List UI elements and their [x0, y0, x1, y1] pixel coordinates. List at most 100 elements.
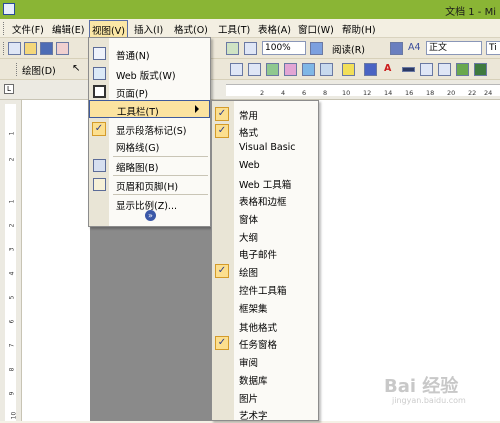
checkmark-icon: ✓ [215, 336, 229, 350]
toolbar-item-drawing[interactable]: ✓ 绘图 [212, 262, 318, 280]
baidu-watermark-url: jingyan.baidu.com [392, 396, 466, 405]
toolbar-item-email[interactable]: 电子邮件 [212, 244, 318, 262]
menu-tools[interactable]: 工具(T) [218, 22, 250, 36]
view-menu-toolbars[interactable]: 工具栏(T) [89, 100, 210, 118]
picture-icon[interactable] [320, 63, 333, 76]
ruler-tick: 2 [260, 89, 265, 97]
toolbar-item-tables-borders[interactable]: 表格和边框 [212, 191, 318, 209]
3d-style-icon[interactable] [474, 63, 487, 76]
drawing-toolbar-grip[interactable] [16, 63, 19, 76]
toolbar-item-web-tools[interactable]: Web 工具箱 [212, 174, 318, 192]
open-folder-icon[interactable] [24, 42, 37, 55]
zoom-select[interactable]: 100% [262, 41, 306, 55]
vruler-tick: 7 [8, 343, 16, 348]
normal-view-icon [93, 47, 106, 60]
view-menu-thumbnails[interactable]: 缩略图(B) [89, 157, 210, 175]
arrow-style-icon[interactable] [438, 63, 451, 76]
word-app-icon[interactable] [3, 3, 15, 15]
toolbar-item-task-pane[interactable]: ✓ 任务窗格 [212, 334, 318, 352]
vertical-ruler[interactable]: 1 2 1 2 3 4 5 6 7 8 9 10 [0, 100, 22, 421]
help-icon[interactable] [310, 42, 323, 55]
menu-item-label: 艺术字 [239, 411, 268, 422]
toolbar-item-reviewing[interactable]: 审阅 [212, 352, 318, 370]
menu-item-label: 网格线(G) [116, 143, 160, 154]
view-menu-web-layout[interactable]: Web 版式(W) [89, 65, 210, 83]
ruler-tick: 22 [468, 89, 477, 97]
wordart-icon[interactable] [266, 63, 279, 76]
font-color-icon[interactable]: A [384, 63, 391, 74]
view-menu-page[interactable]: 页面(P) [89, 83, 210, 101]
menu-table[interactable]: 表格(A) [258, 22, 291, 36]
toolbar-grip[interactable] [3, 42, 6, 55]
select-objects-icon[interactable]: ↖ [72, 63, 85, 76]
checkmark-icon: ✓ [92, 122, 106, 136]
menu-window[interactable]: 窗口(W) [298, 22, 334, 36]
horizontal-ruler[interactable]: L 2 4 6 8 10 12 14 16 18 20 22 24 [0, 80, 500, 100]
toolbars-submenu: ✓ 常用 ✓ 格式 Visual Basic Web Web 工具箱 表格和边框… [211, 100, 319, 423]
menu-item-label: 缩略图(B) [116, 163, 159, 174]
style-select[interactable]: 正文 [426, 41, 482, 55]
tables-borders-icon[interactable] [244, 42, 257, 55]
ruler-tick: 24 [484, 89, 493, 97]
menu-item-label: Web 工具箱 [239, 180, 292, 191]
vruler-tick: 6 [8, 319, 16, 324]
menu-item-label: 电子邮件 [239, 250, 278, 261]
read-mode-button[interactable]: 阅读(R) [332, 42, 365, 56]
dash-style-icon[interactable] [420, 63, 433, 76]
ruler-tick: 4 [281, 89, 286, 97]
toolbar-item-other-formats[interactable]: 其他格式 [212, 317, 318, 335]
toolbar-options-icon[interactable] [390, 42, 403, 55]
new-document-icon[interactable] [8, 42, 21, 55]
view-menu-normal[interactable]: 普通(N) [89, 45, 210, 63]
menu-item-label: 格式 [239, 128, 259, 139]
draw-menu-button[interactable]: 绘图(D) [22, 63, 56, 77]
menubar-grip[interactable] [3, 22, 6, 35]
view-menu-header-footer[interactable]: 页眉和页脚(H) [89, 176, 210, 194]
save-icon[interactable] [40, 42, 53, 55]
ruler-tick: 18 [426, 89, 435, 97]
toolbar-item-wordart[interactable]: 艺术字 [212, 405, 318, 423]
view-menu-gridlines[interactable]: 网格线(G) [89, 137, 210, 155]
font-select[interactable]: Ti [486, 41, 500, 55]
view-menu-show-marks[interactable]: ✓ 显示段落标记(S) [89, 120, 210, 138]
toolbar-item-picture[interactable]: 图片 [212, 388, 318, 406]
toolbar-item-forms[interactable]: 窗体 [212, 209, 318, 227]
menu-item-label: 显示段落标记(S) [116, 126, 187, 137]
styles-icon[interactable]: A4 [408, 42, 421, 53]
vruler-tick: 2 [8, 223, 16, 228]
tab-selector-icon[interactable]: L [4, 84, 14, 94]
fill-color-icon[interactable] [342, 63, 355, 76]
textbox-icon[interactable] [230, 63, 243, 76]
toolbar-item-frames[interactable]: 框架集 [212, 298, 318, 316]
toolbar-item-database[interactable]: 数据库 [212, 370, 318, 388]
menu-item-label: 普通(N) [116, 51, 150, 62]
toolbar-item-outline[interactable]: 大纲 [212, 227, 318, 245]
menu-format[interactable]: 格式(O) [174, 22, 208, 36]
menu-item-label: 审阅 [239, 358, 259, 369]
menu-insert[interactable]: 插入(I) [134, 22, 163, 36]
checkmark-icon: ✓ [215, 264, 229, 278]
line-color-icon[interactable] [364, 63, 377, 76]
vertical-textbox-icon[interactable] [248, 63, 261, 76]
diagram-icon[interactable] [284, 63, 297, 76]
menu-file[interactable]: 文件(F) [12, 22, 44, 36]
permission-icon[interactable] [56, 42, 69, 55]
toolbar-item-control-toolbox[interactable]: 控件工具箱 [212, 280, 318, 298]
clipart-icon[interactable] [302, 63, 315, 76]
menu-help[interactable]: 帮助(H) [342, 22, 376, 36]
menu-edit[interactable]: 编辑(E) [52, 22, 84, 36]
menu-item-label: 窗体 [239, 215, 259, 226]
line-style-icon[interactable] [402, 67, 415, 72]
document-page-left[interactable] [22, 100, 90, 421]
toolbar-item-web[interactable]: Web [212, 157, 318, 175]
toolbar-item-standard[interactable]: ✓ 常用 [212, 105, 318, 123]
toolbar-item-formatting[interactable]: ✓ 格式 [212, 122, 318, 140]
hyperlink-icon[interactable] [226, 42, 239, 55]
ruler-strip: 2 4 6 8 10 12 14 16 18 20 22 24 [226, 84, 500, 97]
menu-item-label: 其他格式 [239, 323, 278, 334]
toolbar-item-visual-basic[interactable]: Visual Basic [212, 139, 318, 157]
shadow-style-icon[interactable] [456, 63, 469, 76]
view-menu-expand[interactable]: » [89, 210, 210, 225]
menu-item-label: 图片 [239, 394, 259, 405]
menu-bar: 文件(F) 编辑(E) 视图(V) 插入(I) 格式(O) 工具(T) 表格(A… [0, 19, 500, 40]
